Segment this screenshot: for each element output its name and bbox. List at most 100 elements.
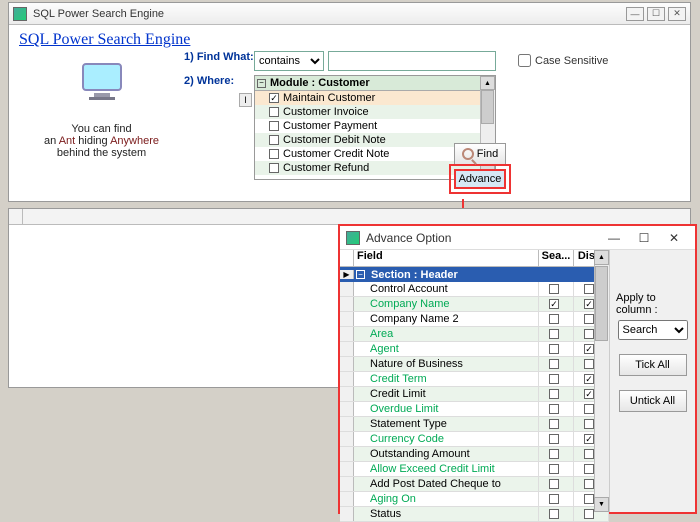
grid-scroll-up-icon[interactable]: ▲ — [594, 250, 609, 265]
field-name: Allow Exceed Credit Limit — [354, 462, 539, 476]
grid-row[interactable]: Overdue Limit — [340, 402, 609, 417]
checkbox-icon[interactable] — [269, 135, 279, 145]
display-checkbox[interactable] — [584, 404, 594, 414]
grid-scroll-down-icon[interactable]: ▼ — [594, 497, 609, 512]
collapse-icon[interactable]: − — [257, 79, 266, 88]
search-checkbox[interactable] — [549, 434, 559, 444]
checkbox-icon[interactable] — [269, 149, 279, 159]
search-checkbox[interactable] — [549, 359, 559, 369]
close-button[interactable]: ✕ — [668, 7, 686, 21]
display-checkbox[interactable]: ✓ — [584, 344, 594, 354]
grid-row[interactable]: Credit Limit✓ — [340, 387, 609, 402]
search-checkbox[interactable] — [549, 404, 559, 414]
checkbox-icon[interactable] — [269, 121, 279, 131]
grid-row[interactable]: Allow Exceed Credit Limit — [340, 462, 609, 477]
display-checkbox[interactable] — [584, 329, 594, 339]
field-name: Currency Code — [354, 432, 539, 446]
grid-scroll-thumb[interactable] — [595, 266, 608, 341]
display-checkbox[interactable] — [584, 314, 594, 324]
grid-row[interactable]: Currency Code ✓ — [340, 432, 609, 447]
grid-row[interactable]: Area — [340, 327, 609, 342]
display-checkbox[interactable] — [584, 509, 594, 519]
find-button[interactable]: Find — [454, 143, 506, 165]
window-title: SQL Power Search Engine — [33, 8, 623, 20]
grid-row[interactable]: Nature of Business — [340, 357, 609, 372]
display-checkbox[interactable] — [584, 494, 594, 504]
grid-row[interactable]: Company Name 2 — [340, 312, 609, 327]
grid-row[interactable]: Add Post Dated Cheque to — [340, 477, 609, 492]
field-name: Status — [354, 507, 539, 521]
search-checkbox[interactable] — [549, 509, 559, 519]
info-panel: You can find an Ant hiding Anywhere behi… — [19, 51, 184, 184]
search-checkbox[interactable] — [549, 494, 559, 504]
tree-item-label: Customer Invoice — [283, 106, 369, 118]
tree-item-label: Customer Debit Note — [283, 134, 386, 146]
dialog-titlebar: Advance Option — ☐ ✕ — [340, 226, 695, 250]
grid-row[interactable]: Statement Type — [340, 417, 609, 432]
field-name: Agent — [354, 342, 539, 356]
column-field[interactable]: Field — [354, 250, 539, 266]
grid-scrollbar[interactable]: ▲ ▼ — [594, 250, 609, 512]
tick-all-button[interactable]: Tick All — [619, 354, 687, 376]
grid-row[interactable]: Status — [340, 507, 609, 522]
display-checkbox[interactable] — [584, 479, 594, 489]
dialog-side-panel: Apply to column : Search Tick All Untick… — [610, 250, 695, 512]
search-checkbox[interactable] — [549, 329, 559, 339]
display-checkbox[interactable]: ✓ — [584, 374, 594, 384]
apply-to-column-select[interactable]: Search — [618, 320, 688, 340]
search-checkbox[interactable] — [549, 479, 559, 489]
display-checkbox[interactable] — [584, 359, 594, 369]
grid-row[interactable]: Agent ✓ — [340, 342, 609, 357]
display-checkbox[interactable] — [584, 449, 594, 459]
grid-row[interactable]: Aging On — [340, 492, 609, 507]
display-checkbox[interactable] — [584, 464, 594, 474]
field-name: Add Post Dated Cheque to — [354, 477, 539, 491]
search-checkbox[interactable] — [549, 314, 559, 324]
search-checkbox[interactable]: ✓ — [549, 299, 559, 309]
tree-item[interactable]: ✓Maintain Customer — [255, 91, 495, 105]
title-link[interactable]: SQL Power Search Engine — [19, 31, 190, 48]
grid-row[interactable]: Control Account — [340, 282, 609, 297]
grid-row[interactable]: Company Name ✓ ✓ — [340, 297, 609, 312]
column-search[interactable]: Sea... — [539, 250, 574, 266]
field-name: Aging On — [354, 492, 539, 506]
search-checkbox[interactable] — [549, 389, 559, 399]
tree-item[interactable]: Customer Payment — [255, 119, 495, 133]
display-checkbox[interactable]: ✓ — [584, 434, 594, 444]
tree-item[interactable]: Customer Invoice — [255, 105, 495, 119]
search-checkbox[interactable] — [549, 464, 559, 474]
tree-header[interactable]: − Module : Customer — [255, 76, 495, 91]
display-checkbox[interactable]: ✓ — [584, 389, 594, 399]
grid-row[interactable]: Outstanding Amount — [340, 447, 609, 462]
untick-all-button[interactable]: Untick All — [619, 390, 687, 412]
minimize-button[interactable]: — — [626, 7, 644, 21]
display-checkbox[interactable]: ✓ — [584, 299, 594, 309]
advance-button[interactable]: Advance — [454, 169, 506, 189]
search-checkbox[interactable] — [549, 449, 559, 459]
search-checkbox[interactable] — [549, 419, 559, 429]
search-checkbox[interactable] — [549, 374, 559, 384]
maximize-button[interactable]: ☐ — [647, 7, 665, 21]
case-sensitive-checkbox[interactable]: Case Sensitive — [514, 51, 608, 70]
search-input[interactable] — [328, 51, 496, 71]
dialog-minimize-button[interactable]: — — [599, 228, 629, 248]
info-line-1: You can find — [19, 123, 184, 135]
search-checkbox[interactable] — [549, 284, 559, 294]
section-collapse-icon[interactable]: − — [356, 270, 365, 279]
search-checkbox[interactable] — [549, 344, 559, 354]
field-name: Company Name — [354, 297, 539, 311]
match-type-select[interactable]: contains — [254, 51, 324, 71]
scroll-thumb[interactable] — [481, 90, 494, 124]
checkbox-icon[interactable] — [269, 163, 279, 173]
grid-row[interactable]: Credit Term✓ — [340, 372, 609, 387]
scroll-up-icon[interactable]: ▲ — [480, 76, 495, 90]
display-checkbox[interactable] — [584, 419, 594, 429]
dialog-close-button[interactable]: ✕ — [659, 228, 689, 248]
checkbox-icon[interactable]: ✓ — [269, 93, 279, 103]
display-checkbox[interactable] — [584, 284, 594, 294]
tree-item-label: Customer Refund — [283, 162, 369, 174]
checkbox-icon[interactable] — [269, 107, 279, 117]
dialog-maximize-button[interactable]: ☐ — [629, 228, 659, 248]
section-header[interactable]: ▶ − Section : Header — [340, 267, 609, 282]
row-indicator-icon: I — [239, 93, 252, 107]
